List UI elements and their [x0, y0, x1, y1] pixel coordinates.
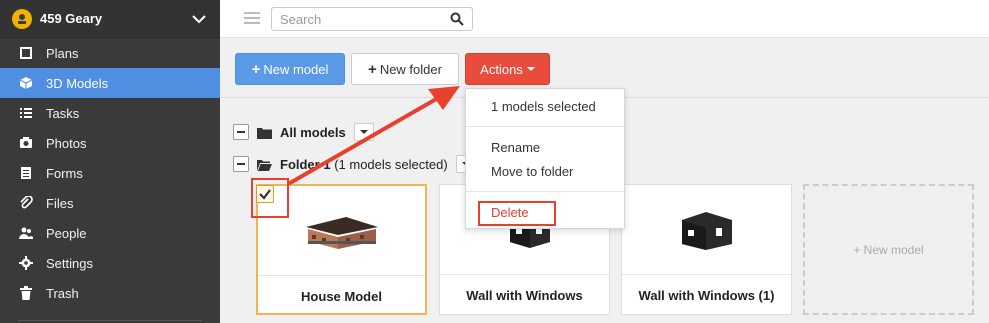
tree-row-all-models: All models: [233, 122, 374, 142]
sidebar-item-people[interactable]: People: [0, 218, 220, 248]
selected-count-label: 1 models selected: [491, 99, 596, 114]
sidebar-item-label: Settings: [46, 255, 93, 271]
folder-icon: [257, 127, 272, 139]
sidebar-item-label: Files: [46, 195, 74, 211]
sidebar: 459 Geary Plans 3D Models Tasks Photos F…: [0, 0, 220, 323]
sidebar-item-label: Tasks: [46, 105, 80, 121]
model-card-title: House Model: [301, 288, 382, 304]
document-icon: [18, 165, 34, 181]
paperclip-icon: [18, 195, 34, 211]
sidebar-item-label: Forms: [46, 165, 83, 181]
sidebar-item-label: Photos: [46, 135, 87, 151]
project-logo-icon: [12, 8, 32, 29]
collapse-toggle[interactable]: [233, 156, 249, 172]
sidebar-item-plans[interactable]: Plans: [0, 38, 220, 68]
hamburger-menu-icon[interactable]: [244, 12, 260, 24]
delete-highlight: [478, 201, 556, 226]
house-model-image: [305, 216, 378, 249]
folder-open-icon: [257, 159, 272, 171]
search-input[interactable]: [272, 8, 442, 30]
new-model-card-label: + New model: [853, 242, 924, 257]
list-icon: [18, 105, 34, 121]
people-icon: [18, 225, 34, 241]
caret-down-icon: [526, 67, 535, 71]
folder-label[interactable]: Folder 1 (1 models selected): [280, 157, 448, 172]
project-name: 459 Geary: [40, 11, 103, 26]
new-model-label: New model: [263, 61, 329, 77]
sidebar-item-settings[interactable]: Settings: [0, 248, 220, 278]
wall-model-image: [681, 211, 732, 250]
model-card-title: Wall with Windows (1): [638, 287, 775, 303]
new-model-button[interactable]: + New model: [235, 53, 345, 85]
sidebar-item-files[interactable]: Files: [0, 188, 220, 218]
model-thumbnail: [622, 185, 791, 275]
actions-label: Actions: [480, 61, 523, 77]
model-card-title: Wall with Windows: [466, 287, 583, 303]
checkbox-highlight: [251, 178, 289, 218]
sidebar-nav: Plans 3D Models Tasks Photos Forms Files…: [0, 38, 220, 308]
folder-meta: (1 models selected): [334, 156, 448, 172]
menu-divider: [466, 191, 624, 192]
plus-icon: +: [251, 60, 261, 78]
actions-button[interactable]: Actions: [465, 53, 550, 85]
chevron-down-icon[interactable]: [190, 10, 208, 28]
sidebar-item-photos[interactable]: Photos: [0, 128, 220, 158]
cube-icon: [18, 75, 34, 91]
sidebar-item-label: 3D Models: [46, 75, 109, 91]
camera-icon: [18, 135, 34, 151]
new-model-card[interactable]: + New model: [803, 184, 974, 315]
sidebar-item-label: Trash: [46, 285, 79, 301]
rename-menu-item[interactable]: Rename: [491, 140, 540, 155]
sidebar-item-label: People: [46, 225, 87, 241]
tree-row-folder-1: Folder 1 (1 models selected): [233, 154, 476, 174]
project-switcher[interactable]: 459 Geary: [0, 0, 220, 38]
plans-icon: [18, 45, 34, 61]
menu-divider: [466, 126, 624, 127]
all-models-label[interactable]: All models: [280, 125, 346, 140]
plus-icon: +: [368, 60, 377, 78]
sidebar-item-forms[interactable]: Forms: [0, 158, 220, 188]
sidebar-item-tasks[interactable]: Tasks: [0, 98, 220, 128]
search-box: [271, 7, 473, 31]
search-icon[interactable]: [450, 12, 464, 26]
gear-icon: [18, 255, 34, 271]
sidebar-item-label: Plans: [46, 45, 79, 61]
all-models-menu-button[interactable]: [353, 123, 374, 141]
sidebar-divider: [18, 320, 202, 321]
new-folder-label: New folder: [379, 61, 442, 77]
collapse-toggle[interactable]: [233, 124, 249, 140]
new-folder-button[interactable]: + New folder: [351, 53, 459, 85]
move-to-folder-menu-item[interactable]: Move to folder: [491, 164, 573, 179]
model-card[interactable]: Wall with Windows (1): [621, 184, 792, 315]
topbar: [220, 0, 989, 38]
trash-icon: [18, 285, 34, 301]
sidebar-item-trash[interactable]: Trash: [0, 278, 220, 308]
sidebar-item-3d-models[interactable]: 3D Models: [0, 68, 220, 98]
